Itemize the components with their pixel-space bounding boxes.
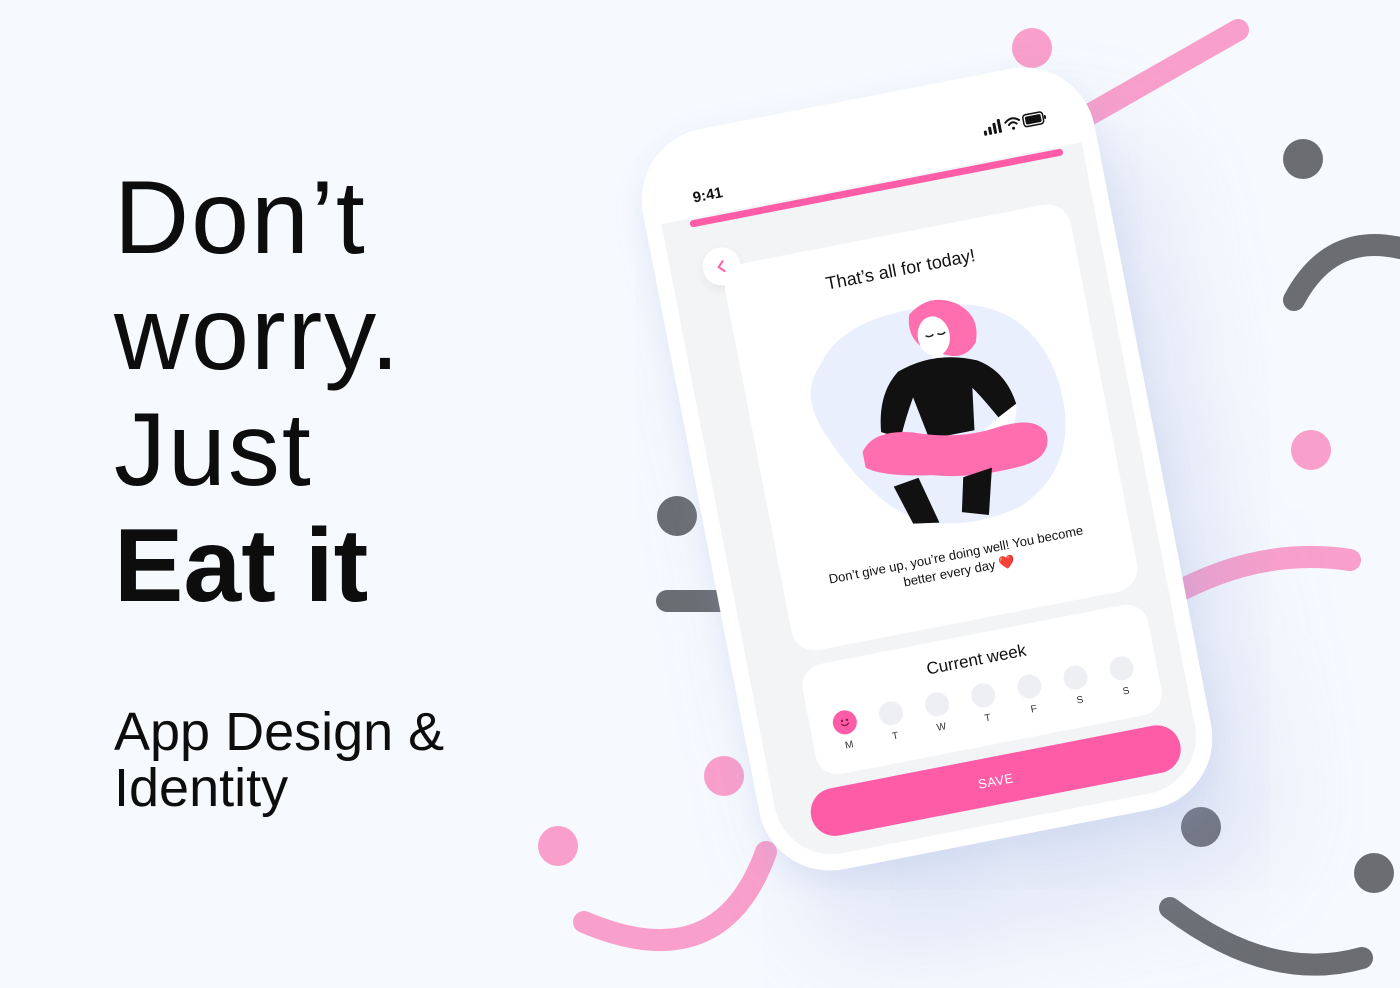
day-dot — [969, 681, 998, 710]
day-dot — [1061, 663, 1090, 692]
day-label: T — [891, 730, 900, 743]
confetti-dot — [704, 756, 744, 796]
day-dot — [1015, 672, 1044, 701]
confetti-dot — [538, 826, 578, 866]
day-item[interactable]: W — [922, 690, 955, 735]
wifi-icon — [1004, 117, 1021, 130]
confetti-dot — [1354, 853, 1394, 893]
day-dot — [876, 699, 906, 728]
day-item[interactable]: S — [1060, 663, 1093, 708]
headline-line: worry. — [114, 276, 402, 392]
confetti-arc — [1159, 545, 1361, 607]
day-label: S — [1121, 685, 1131, 698]
back-chevron-icon — [717, 260, 726, 273]
day-item[interactable]: M — [830, 708, 863, 753]
confetti-dot — [1283, 139, 1323, 179]
confetti-dot — [1181, 807, 1221, 847]
battery-icon — [1022, 111, 1047, 128]
confetti-arc — [1283, 234, 1400, 311]
confetti-dot — [1291, 430, 1331, 470]
day-item[interactable]: T — [876, 699, 909, 744]
status-icons — [983, 111, 1047, 136]
day-item[interactable]: F — [1014, 672, 1047, 717]
day-dot-active — [830, 708, 859, 737]
confetti-arc — [1159, 897, 1373, 976]
headline-emphasis: Eat it — [114, 508, 369, 624]
summary-card: That’s all for today! Don’t give up, you… — [720, 200, 1142, 655]
subheadline-line: App Design & — [114, 702, 445, 762]
status-time: 9:41 — [691, 184, 725, 207]
day-label: M — [844, 739, 855, 752]
subheadline: App Design & Identity — [114, 704, 444, 816]
day-dot — [923, 690, 952, 719]
meditating-woman-illustration — [810, 299, 1066, 524]
day-label: W — [935, 721, 948, 734]
headline-line: Don’t — [114, 160, 367, 276]
headline-line: Just — [114, 392, 313, 508]
day-label: S — [1075, 694, 1085, 707]
day-label: F — [1029, 703, 1038, 716]
day-item[interactable]: S — [1107, 654, 1140, 699]
day-item[interactable]: T — [968, 681, 1001, 726]
subheadline-line: Identity — [114, 758, 289, 818]
signal-icon — [983, 118, 1002, 136]
confetti-arc — [573, 841, 777, 952]
day-dot — [1107, 654, 1136, 683]
day-label: T — [983, 712, 992, 725]
confetti-dot — [657, 496, 697, 536]
headline: Don’t worry. Just Eat it — [114, 160, 401, 624]
smiley-icon — [840, 718, 850, 727]
